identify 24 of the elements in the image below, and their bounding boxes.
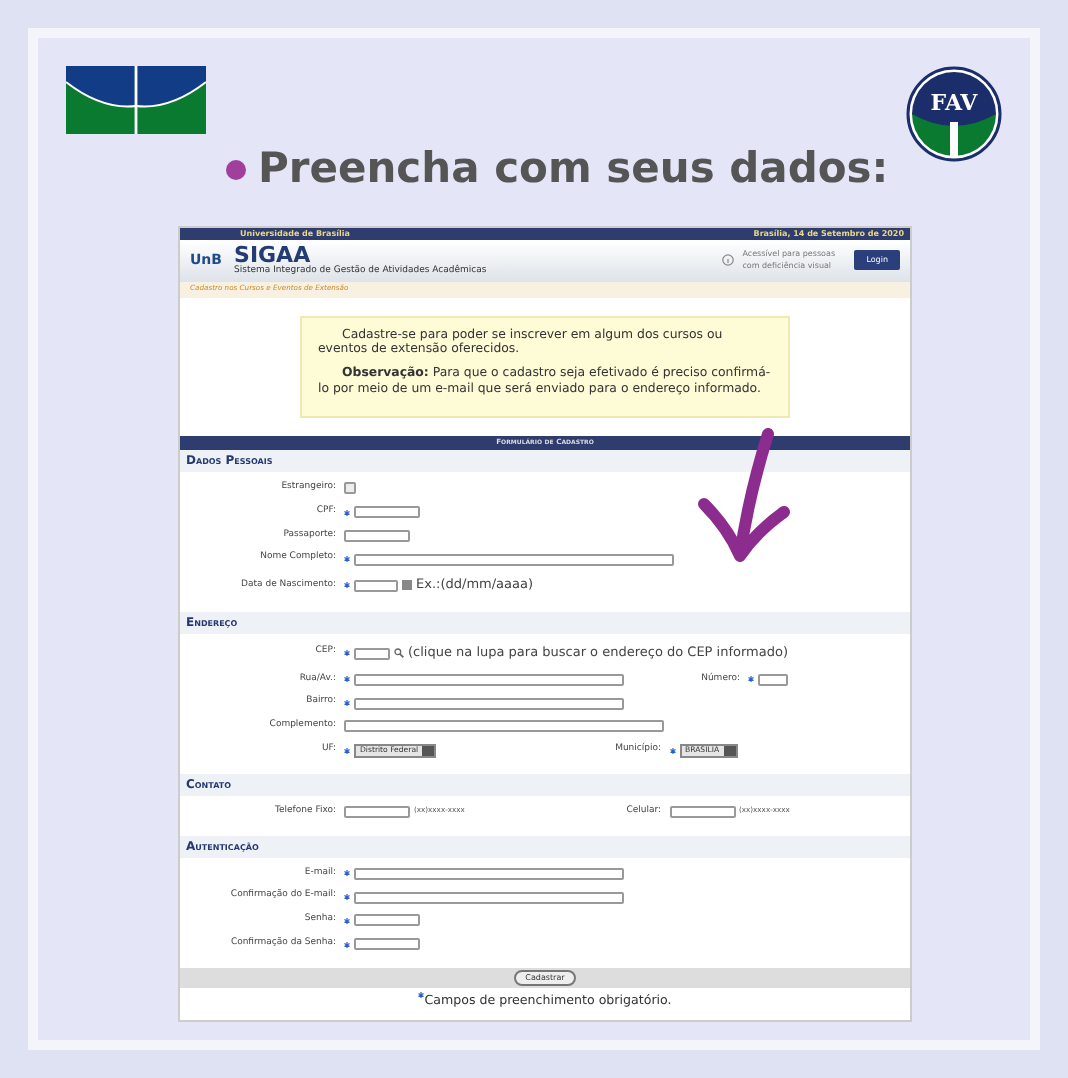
- input-field[interactable]: [354, 697, 624, 710]
- input-field[interactable]: [354, 506, 420, 519]
- info-icon: [722, 254, 735, 267]
- input-field[interactable]: [344, 529, 410, 542]
- input-field[interactable]: [354, 938, 420, 951]
- calendar-icon[interactable]: [402, 580, 412, 591]
- system-name: SIGAA: [234, 243, 311, 265]
- input-field[interactable]: [354, 867, 624, 880]
- checkbox[interactable]: [344, 482, 356, 495]
- input-field[interactable]: [669, 806, 735, 819]
- logo-icon: FAV: [906, 66, 1002, 162]
- input-field[interactable]: [344, 720, 664, 733]
- input-field[interactable]: [344, 806, 410, 819]
- input-field[interactable]: [354, 891, 624, 904]
- bullet-icon: [226, 159, 246, 180]
- input-field[interactable]: [354, 647, 390, 660]
- input-field[interactable]: [354, 579, 398, 592]
- slide-title: Preencha com seus dados:: [258, 142, 889, 196]
- input-field[interactable]: [354, 914, 420, 927]
- input-field[interactable]: [354, 673, 624, 686]
- logo-icon: [66, 66, 206, 134]
- search-icon[interactable]: [394, 648, 404, 659]
- input-field[interactable]: [354, 553, 674, 566]
- input-field[interactable]: [758, 673, 788, 686]
